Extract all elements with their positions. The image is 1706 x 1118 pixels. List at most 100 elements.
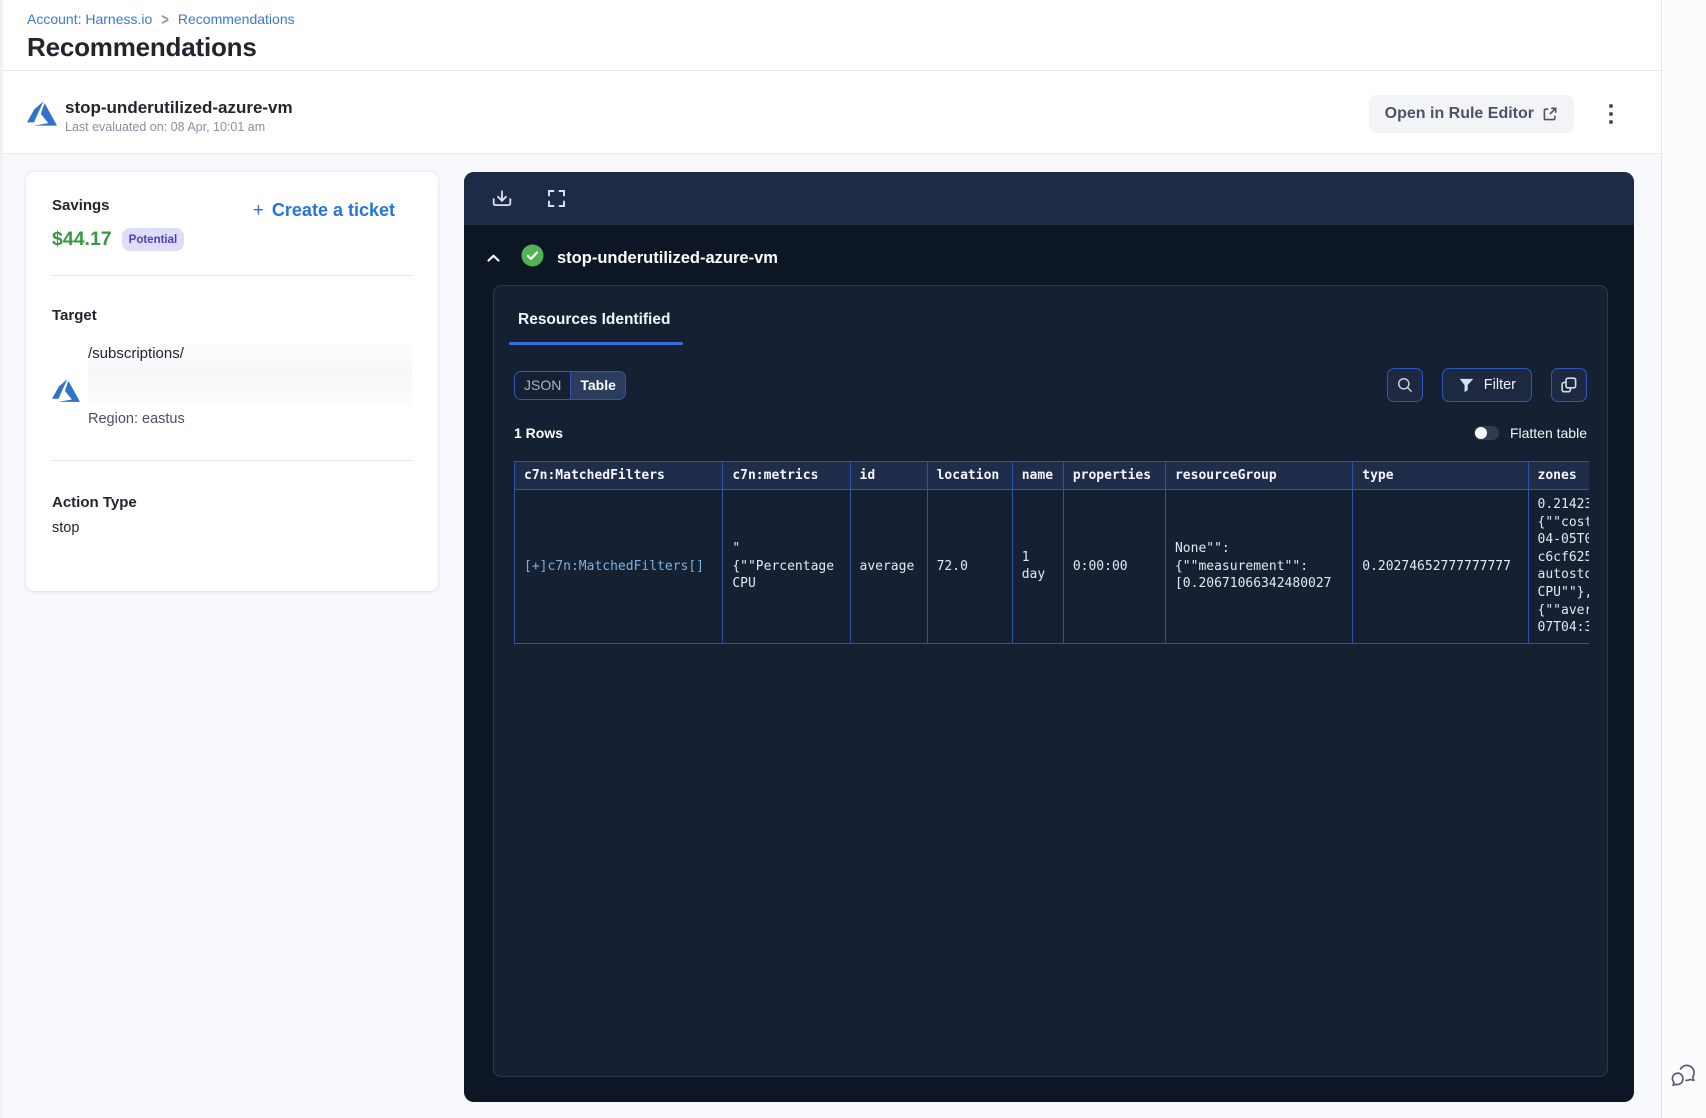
action-type-value: stop <box>52 520 80 536</box>
cell-name: 1 day <box>1011 489 1064 644</box>
target-info: /subscriptions/ Region: eastus <box>86 342 412 427</box>
target-row: /subscriptions/ Region: eastus <box>52 342 412 427</box>
panel-rule-name: stop-underutilized-azure-vm <box>557 248 778 267</box>
rule-more-menu-button[interactable] <box>1602 102 1620 126</box>
chat-bubbles-icon <box>1671 1064 1695 1087</box>
cell-type: 0.20274652777777777 <box>1352 489 1529 644</box>
copy-button[interactable] <box>1551 368 1587 402</box>
savings-amount: $44.17 <box>52 228 112 250</box>
filter-button[interactable]: Filter <box>1441 368 1532 402</box>
filter-icon <box>1459 378 1474 392</box>
breadcrumb: Account: Harness.io > Recommendations <box>27 9 1661 29</box>
col-resourcegroup: resourceGroup <box>1164 461 1354 490</box>
search-button[interactable] <box>1386 368 1423 402</box>
panel-toolbar <box>464 172 1634 225</box>
rule-result-row: stop-underutilized-azure-vm <box>486 244 1634 272</box>
rule-name: stop-underutilized-azure-vm <box>65 98 293 117</box>
main-column: Account: Harness.io > Recommendations Re… <box>0 0 1662 1118</box>
col-c7n-matchedfilters: c7n:MatchedFilters <box>514 461 724 490</box>
page: Account: Harness.io > Recommendations Re… <box>0 0 1706 1118</box>
col-c7n-metrics: c7n:metrics <box>722 461 851 490</box>
azure-target-icon <box>52 379 80 402</box>
col-zones: zones <box>1527 461 1589 490</box>
copy-icon <box>1561 377 1577 393</box>
col-properties: properties <box>1062 461 1166 490</box>
rule-output-panel: stop-underutilized-azure-vm Resources Id… <box>464 172 1634 1102</box>
breadcrumb-separator-icon: > <box>161 9 169 29</box>
tab-resources-identified[interactable]: Resources Identified <box>514 311 670 329</box>
table-row: [+]c7n:MatchedFilters[] " {""Percentage … <box>514 489 1589 644</box>
check-circle-icon <box>521 244 544 267</box>
active-tab-indicator <box>509 342 683 345</box>
cell-id: average <box>849 489 928 644</box>
potential-badge: Potential <box>121 228 185 251</box>
rows-count: 1 Rows <box>514 425 564 441</box>
page-title: Recommendations <box>27 32 257 62</box>
kebab-dot <box>1608 103 1614 109</box>
open-in-rule-editor-label: Open in Rule Editor <box>1384 105 1534 122</box>
results-table-container[interactable]: c7n:MatchedFilters c7n:metrics id locati… <box>514 461 1589 644</box>
cell-properties: 0:00:00 <box>1062 489 1166 644</box>
collapse-chevron-button[interactable] <box>486 251 501 266</box>
plus-icon: + <box>252 199 264 221</box>
download-button[interactable] <box>491 188 513 210</box>
table-header-row: c7n:MatchedFilters c7n:metrics id locati… <box>514 461 1589 490</box>
results-table: c7n:MatchedFilters c7n:metrics id locati… <box>514 461 1589 644</box>
external-link-icon <box>1543 107 1557 121</box>
table-controls: JSON Table Filter <box>514 368 1587 402</box>
create-ticket-label: Create a ticket <box>271 200 395 220</box>
flatten-control: Flatten table <box>1473 425 1587 441</box>
col-type: type <box>1352 461 1529 490</box>
savings-card: Savings + Create a ticket $44.17 Potenti… <box>26 172 438 591</box>
fullscreen-button[interactable] <box>545 188 567 210</box>
top-header: Account: Harness.io > Recommendations Re… <box>3 0 1661 71</box>
cell-metrics: " {""Percentage CPU <box>722 489 851 644</box>
cell-zones: 0.214236 {""cost 04-05T06 c6cf6256 autos… <box>1527 489 1589 644</box>
divider <box>52 460 412 461</box>
flatten-toggle[interactable] <box>1473 426 1499 440</box>
create-ticket-button[interactable]: + Create a ticket <box>253 200 395 221</box>
kebab-dot <box>1608 111 1614 117</box>
kebab-dot <box>1608 119 1614 125</box>
target-label: Target <box>52 307 97 324</box>
resources-panel: Resources Identified JSON Table Filter 1… <box>493 285 1608 1077</box>
tabs: Resources Identified <box>509 311 1587 345</box>
rows-summary: 1 Rows Flatten table <box>514 425 1587 441</box>
rule-header-strip: stop-underutilized-azure-vm Last evaluat… <box>3 71 1661 154</box>
chevron-up-icon <box>487 254 500 262</box>
filter-label: Filter <box>1483 377 1516 393</box>
breadcrumb-account-link[interactable]: Account: Harness.io <box>27 11 152 27</box>
savings-row: Savings + Create a ticket <box>52 197 412 221</box>
chat-help-button[interactable] <box>1671 1064 1697 1088</box>
flatten-label: Flatten table <box>1509 425 1587 441</box>
azure-logo-icon <box>27 100 57 126</box>
right-gutter <box>1662 0 1706 1118</box>
matchedfilters-expand-link[interactable]: [+]c7n:MatchedFilters[] <box>524 559 704 574</box>
open-in-rule-editor-button[interactable]: Open in Rule Editor <box>1368 95 1574 133</box>
divider <box>52 275 412 276</box>
rule-identity: stop-underutilized-azure-vm Last evaluat… <box>27 94 293 134</box>
rule-last-evaluated: Last evaluated on: 08 Apr, 10:01 am <box>65 120 266 134</box>
cell-location: 72.0 <box>926 489 1013 644</box>
search-icon <box>1397 377 1412 393</box>
cell-matchedfilters: [+]c7n:MatchedFilters[] <box>514 489 724 644</box>
action-type-label: Action Type <box>52 494 137 511</box>
toggle-knob <box>1474 427 1487 439</box>
col-id: id <box>849 461 928 490</box>
view-mode-switch: JSON Table <box>514 370 626 400</box>
rule-title-block: stop-underutilized-azure-vm Last evaluat… <box>65 98 293 134</box>
view-table-button[interactable]: Table <box>570 371 625 399</box>
cell-resourcegroup: None"": {""measurement"": [0.20671066342… <box>1164 489 1354 644</box>
view-json-button[interactable]: JSON <box>515 372 570 399</box>
success-status <box>521 244 544 272</box>
download-icon <box>492 190 512 206</box>
content-area: Savings + Create a ticket $44.17 Potenti… <box>3 154 1661 1118</box>
savings-amount-row: $44.17 Potential <box>52 228 412 251</box>
fullscreen-icon <box>547 190 565 207</box>
target-path: /subscriptions/ <box>88 345 184 362</box>
savings-label: Savings <box>52 197 110 214</box>
target-region: Region: eastus <box>88 411 185 427</box>
col-location: location <box>926 461 1013 490</box>
breadcrumb-recommendations-link[interactable]: Recommendations <box>178 11 295 27</box>
col-name: name <box>1011 461 1064 490</box>
